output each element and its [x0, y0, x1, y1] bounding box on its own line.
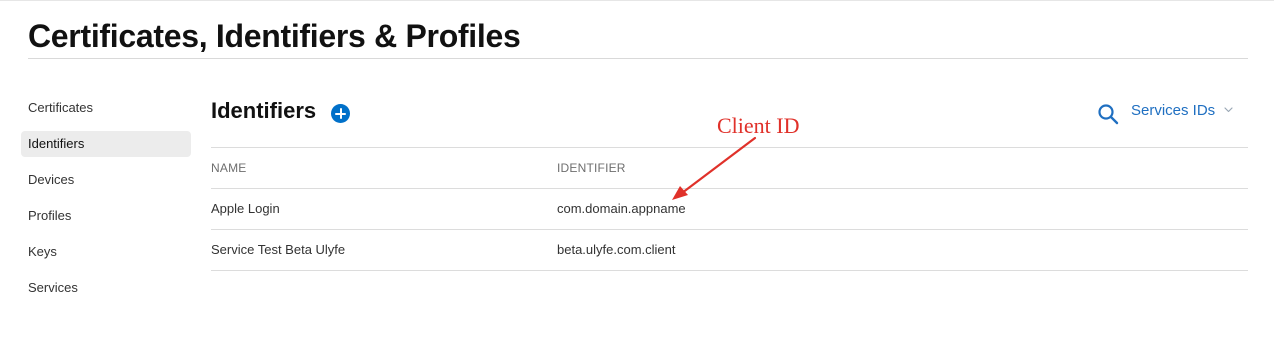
annotation-arrow — [672, 136, 757, 200]
sidebar-item-profiles[interactable]: Profiles — [21, 203, 191, 229]
column-header-identifier: IDENTIFIER — [557, 161, 626, 175]
filter-label: Services IDs — [1131, 102, 1216, 119]
sidebar: Certificates Identifiers Devices Profile… — [21, 95, 191, 311]
sidebar-item-label: Services — [28, 280, 78, 295]
sidebar-item-devices[interactable]: Devices — [21, 167, 191, 193]
row-name: Service Test Beta Ulyfe — [211, 242, 346, 257]
row-name: Apple Login — [211, 201, 280, 216]
top-border — [0, 0, 1274, 1]
row-identifier: beta.ulyfe.com.client — [557, 242, 676, 257]
sidebar-item-certificates[interactable]: Certificates — [21, 95, 191, 121]
sidebar-item-keys[interactable]: Keys — [21, 239, 191, 265]
title-divider — [28, 58, 1248, 59]
search-button[interactable] — [1097, 103, 1119, 125]
identifier-type-filter[interactable]: Services IDs — [1131, 102, 1233, 119]
sidebar-item-label: Keys — [28, 244, 57, 259]
sidebar-item-identifiers[interactable]: Identifiers — [21, 131, 191, 157]
section-title: Identifiers — [211, 98, 317, 123]
chevron-down-icon — [1224, 107, 1233, 113]
sidebar-item-services[interactable]: Services — [21, 275, 191, 301]
add-identifier-button[interactable] — [331, 104, 350, 123]
sidebar-item-label: Profiles — [28, 208, 72, 223]
table-row[interactable]: Service Test Beta Ulyfe beta.ulyfe.com.c… — [211, 230, 1248, 271]
column-header-name: NAME — [211, 161, 247, 175]
page-title: Certificates, Identifiers & Profiles — [28, 18, 521, 54]
sidebar-item-label: Devices — [28, 172, 75, 187]
sidebar-item-label: Certificates — [28, 100, 94, 115]
search-icon — [1098, 104, 1119, 125]
sidebar-item-label: Identifiers — [28, 136, 85, 151]
